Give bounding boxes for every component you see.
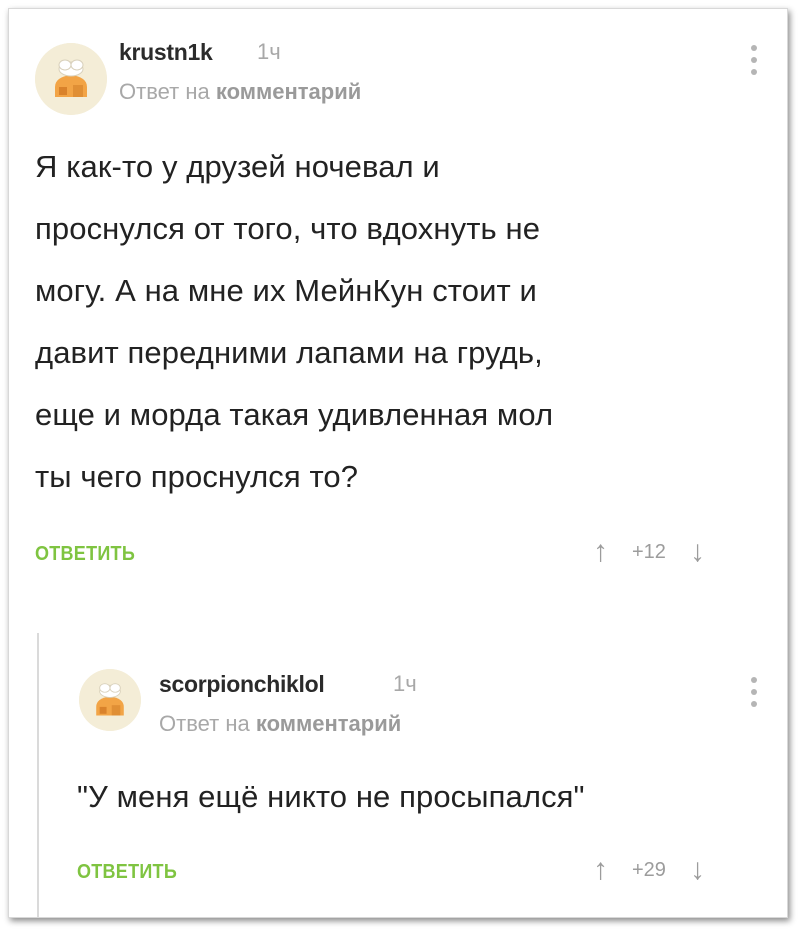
comment-time: 1ч: [257, 39, 281, 64]
reply-button[interactable]: ОТВЕТИТЬ: [35, 543, 135, 566]
reply-reply-to-info: Ответ на комментарий: [159, 711, 401, 737]
upvote-icon[interactable]: ↑: [593, 537, 608, 567]
thread-line[interactable]: [37, 633, 39, 917]
comment-text: Я как-то у друзей ночевал и проснулся от…: [35, 149, 554, 494]
reply-more-options-icon[interactable]: [749, 677, 759, 707]
reply-to-link[interactable]: комментарий: [256, 711, 401, 736]
rating-count: +29: [632, 858, 666, 881]
reply-user-avatar[interactable]: [79, 669, 141, 731]
reply-time: 1ч: [393, 671, 417, 696]
comment-thread: krustn1k 1ч Ответ на комментарий Я как-т…: [8, 8, 788, 918]
reply-to-link[interactable]: комментарий: [216, 79, 361, 104]
chef-house-avatar-icon: [35, 43, 107, 115]
reply-text: "У меня ещё никто не просыпался": [77, 779, 585, 814]
vote-controls: ↑ +12 ↓: [593, 537, 705, 567]
user-avatar[interactable]: [35, 43, 107, 115]
more-options-icon[interactable]: [749, 45, 759, 75]
reply-to-info: Ответ на комментарий: [119, 79, 361, 105]
chef-house-avatar-icon: [79, 669, 141, 731]
downvote-icon[interactable]: ↓: [690, 537, 705, 567]
rating-count: +12: [632, 540, 666, 563]
reply-reply-button[interactable]: ОТВЕТИТЬ: [77, 861, 177, 884]
downvote-icon[interactable]: ↓: [690, 855, 705, 885]
comment-username[interactable]: krustn1k: [119, 39, 213, 66]
upvote-icon[interactable]: ↑: [593, 855, 608, 885]
reply-vote-controls: ↑ +29 ↓: [593, 855, 705, 885]
reply-to-prefix: Ответ на: [119, 79, 210, 104]
reply-to-prefix: Ответ на: [159, 711, 250, 736]
reply-username[interactable]: scorpionchiklol: [159, 671, 325, 698]
